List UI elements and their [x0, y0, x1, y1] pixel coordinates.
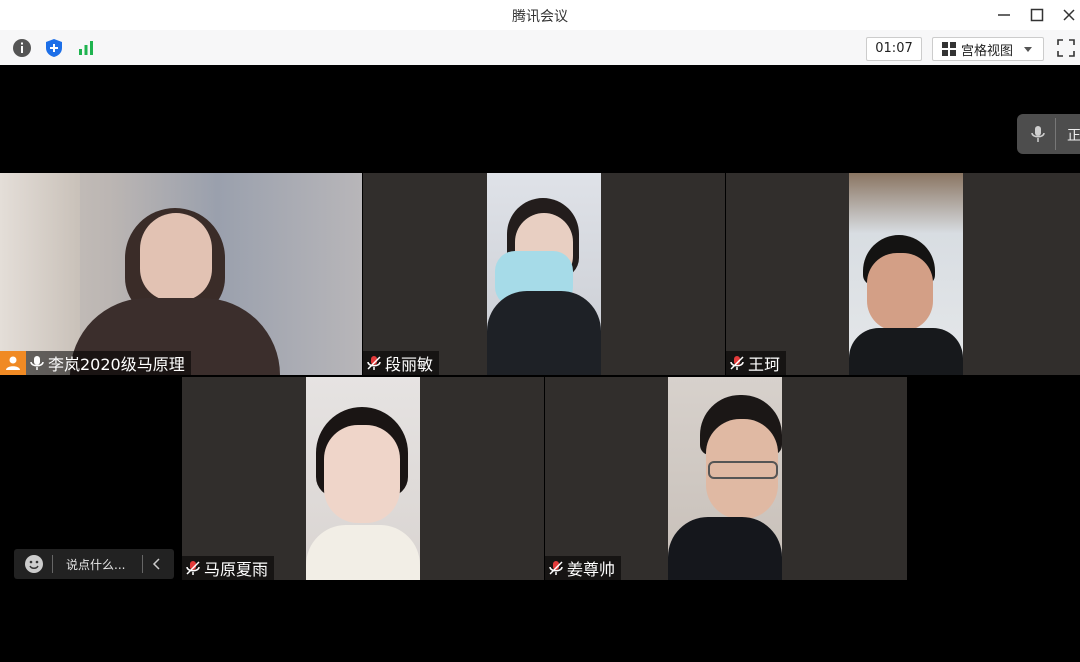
title-bar: 腾讯会议	[0, 0, 1080, 30]
participant-namebar: 段丽敏	[363, 351, 440, 375]
video-tile[interactable]: 马原夏雨	[182, 377, 544, 580]
person-body	[849, 328, 963, 375]
participant-name: 姜尊帅	[567, 560, 616, 579]
maximize-button[interactable]	[1024, 3, 1050, 27]
info-button[interactable]	[11, 37, 33, 59]
microphone-icon	[30, 356, 44, 370]
video-tile[interactable]: 姜尊帅	[545, 377, 907, 580]
mic-muted-icon	[367, 356, 381, 370]
video-tile[interactable]: 王珂	[726, 173, 1080, 375]
view-mode-dropdown[interactable]: 宫格视图	[932, 37, 1044, 61]
participant-name: 王珂	[748, 355, 781, 374]
chat-input[interactable]: 说点什么...	[66, 556, 125, 573]
person-body	[306, 525, 420, 580]
chevron-left-icon[interactable]	[152, 558, 162, 570]
window-title: 腾讯会议	[512, 9, 568, 25]
close-icon	[1063, 9, 1075, 21]
fullscreen-button[interactable]	[1055, 37, 1077, 59]
meeting-timer: 01:07	[866, 37, 922, 61]
participant-video	[668, 377, 782, 580]
participant-namebar: 姜尊帅	[545, 556, 622, 580]
participant-video	[306, 377, 420, 580]
security-button[interactable]	[43, 37, 65, 59]
participant-video	[487, 173, 601, 375]
participant-name: 马原夏雨	[204, 560, 269, 579]
participant-video	[849, 173, 963, 375]
divider	[52, 555, 53, 573]
network-status-button[interactable]	[75, 37, 97, 59]
maximize-icon	[1030, 8, 1044, 22]
video-tile-host[interactable]: 李岚2020级马原理	[0, 173, 362, 375]
person-face	[140, 213, 212, 301]
participant-namebar: 王珂	[726, 351, 787, 375]
signal-icon	[79, 41, 93, 55]
minimize-button[interactable]	[991, 3, 1017, 27]
divider	[142, 555, 143, 573]
host-badge	[0, 351, 26, 375]
microphone-icon	[1031, 126, 1045, 142]
divider	[1055, 118, 1056, 150]
participant-video	[0, 173, 362, 375]
mic-muted-icon	[730, 356, 744, 370]
chevron-down-icon	[1024, 47, 1033, 52]
participant-name: 段丽敏	[385, 355, 434, 374]
participant-namebar: 马原夏雨	[182, 556, 275, 580]
minimize-icon	[998, 14, 1010, 16]
floating-bar-text: 正	[1067, 128, 1080, 144]
background-curtain	[0, 173, 80, 375]
mic-muted-icon	[186, 561, 200, 575]
grid-icon	[942, 42, 956, 56]
emoji-icon[interactable]	[24, 554, 44, 574]
person-face	[324, 425, 400, 523]
glasses	[708, 461, 778, 479]
person-body	[668, 517, 782, 580]
info-icon	[13, 39, 31, 57]
person-face	[867, 253, 933, 331]
participant-name: 李岚2020级马原理	[48, 355, 185, 374]
shield-icon	[46, 39, 62, 57]
fullscreen-icon	[1057, 39, 1075, 57]
mic-muted-icon	[549, 561, 563, 575]
close-button[interactable]	[1056, 3, 1080, 27]
person-body	[487, 291, 601, 375]
participant-namebar: 李岚2020级马原理	[26, 351, 191, 375]
view-mode-label: 宫格视图	[961, 43, 1014, 59]
host-icon	[6, 356, 20, 370]
chat-bar: 说点什么...	[14, 549, 174, 579]
floating-audio-bar[interactable]: 正	[1017, 114, 1080, 154]
video-tile[interactable]: 段丽敏	[363, 173, 725, 375]
